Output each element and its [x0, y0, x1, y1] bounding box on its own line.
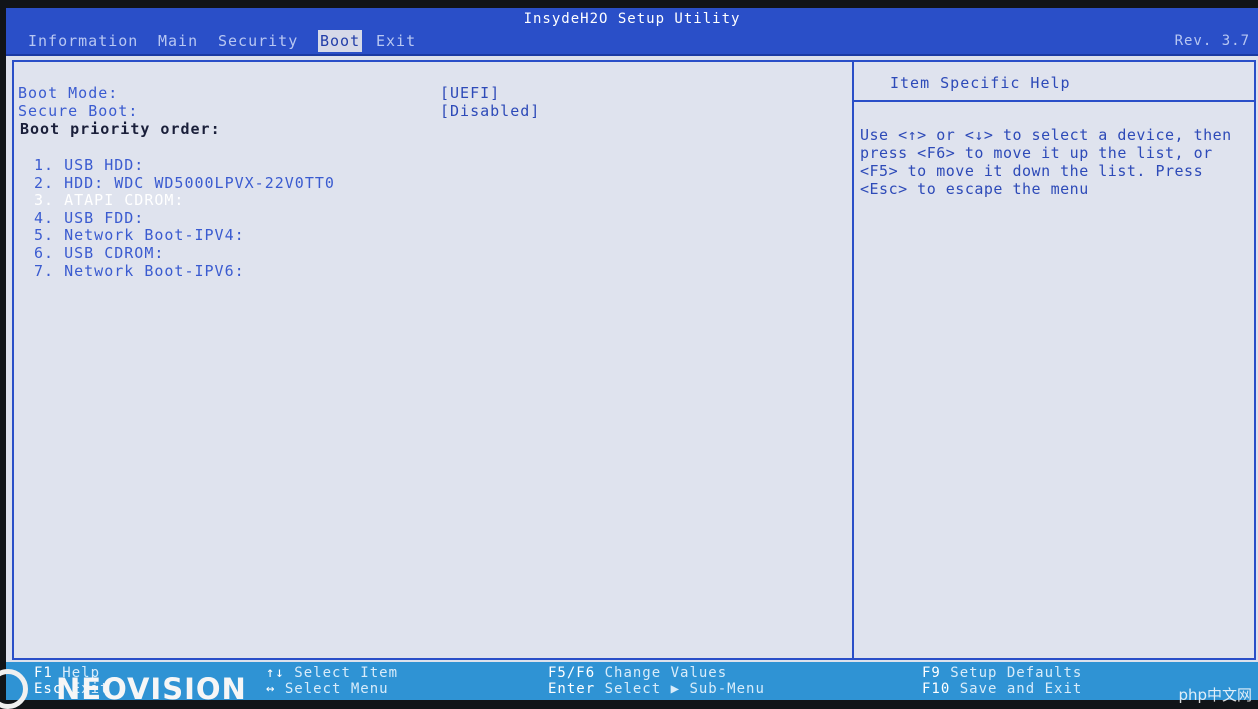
up-down-arrows-icon: ↑↓	[266, 665, 285, 681]
boot-priority-item[interactable]: 5. Network Boot-IPV4:	[34, 226, 245, 244]
boot-priority-item[interactable]: 4. USB FDD:	[34, 209, 144, 227]
key-f10: F10 Save and Exit	[922, 681, 1083, 697]
key-f9: F9 Setup Defaults	[922, 665, 1083, 681]
secure-boot-row[interactable]: Secure Boot:	[18, 102, 138, 120]
help-divider	[854, 100, 1254, 102]
menu-bar: Information Main Security Boot Exit	[6, 30, 1258, 56]
key-enter: Enter Select ▶ Sub-Menu	[548, 681, 765, 697]
boot-priority-item[interactable]: 2. HDD: WDC WD5000LPVX-22V0TT0	[34, 174, 335, 192]
php-watermark: php中文网	[1178, 686, 1252, 704]
key-legend-bar: F1 Help Esc Exit NEOVISION ↑↓ Select Ite…	[0, 662, 1258, 709]
settings-panel: Boot Mode: [UEFI] Secure Boot: [Disabled…	[12, 60, 854, 660]
boot-priority-item[interactable]: 3. ATAPI CDROM:	[34, 191, 184, 209]
boot-priority-heading: Boot priority order:	[20, 120, 221, 138]
neovision-brand-logo: NEOVISION	[56, 672, 247, 706]
app-title: InsydeH2O Setup Utility	[523, 11, 741, 27]
revision-label: Rev. 3.7	[1174, 33, 1250, 49]
boot-mode-value[interactable]: [UEFI]	[440, 84, 500, 102]
menu-boot[interactable]: Boot	[318, 30, 363, 52]
help-text: Use <↑> or <↓> to select a device, then …	[860, 126, 1232, 198]
key-select-menu: ↔ Select Menu	[266, 681, 389, 697]
boot-mode-row[interactable]: Boot Mode:	[18, 84, 118, 102]
menu-information[interactable]: Information	[26, 30, 140, 52]
key-f5-f6: F5/F6 Change Values	[548, 665, 728, 681]
menu-exit[interactable]: Exit	[374, 30, 418, 52]
menu-main[interactable]: Main	[156, 30, 200, 52]
camera-ring-icon	[0, 669, 28, 709]
secure-boot-value[interactable]: [Disabled]	[440, 102, 540, 120]
boot-priority-item[interactable]: 6. USB CDROM:	[34, 244, 164, 262]
boot-priority-item[interactable]: 1. USB HDD:	[34, 156, 144, 174]
help-panel: Item Specific Help Use <↑> or <↓> to sel…	[852, 60, 1256, 660]
key-select-item: ↑↓ Select Item	[266, 665, 399, 681]
bios-screen: InsydeH2O Setup Utility Information Main…	[0, 8, 1258, 709]
boot-mode-label: Boot Mode:	[18, 84, 119, 102]
boot-priority-item[interactable]: 7. Network Boot-IPV6:	[34, 262, 245, 280]
menu-security[interactable]: Security	[216, 30, 300, 52]
help-title: Item Specific Help	[890, 74, 1071, 92]
secure-boot-label: Secure Boot:	[18, 102, 139, 120]
title-bar: InsydeH2O Setup Utility	[6, 8, 1258, 30]
left-right-arrow-icon: ↔	[266, 681, 276, 697]
